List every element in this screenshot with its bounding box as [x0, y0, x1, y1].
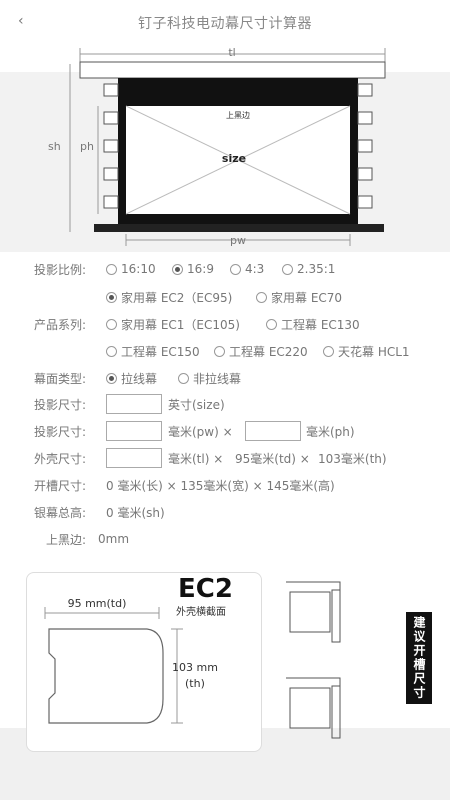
tl-input[interactable]	[106, 448, 162, 468]
td-label: 95 mm(td)	[68, 597, 127, 610]
tl-label: tl	[228, 46, 235, 59]
ratio-row: 投影比例: 16:10 16:9 4:3 2.35:1	[0, 258, 450, 280]
suggest-slot-button[interactable]: 建议开槽尺寸	[406, 612, 432, 704]
series-ec220[interactable]: 工程幕 EC220	[214, 343, 308, 360]
shell-label: 外壳尺寸:	[34, 451, 87, 466]
top-black-value: 0mm	[98, 532, 130, 546]
series-ec1[interactable]: 家用幕 EC1（EC105)	[106, 316, 240, 333]
shell-row: 外壳尺寸: 毫米(tl) × 95毫米(td) × 103毫米(th)	[0, 447, 450, 469]
td-value: 95毫米(td) ×	[235, 451, 310, 466]
surface-row: 幕面类型: 拉线幕 非拉线幕	[0, 367, 450, 389]
th-value: 103毫米(th)	[318, 451, 387, 466]
model-row: 家用幕 EC2（EC95) 家用幕 EC70	[0, 286, 450, 308]
th-label: 103 mm	[172, 661, 218, 674]
model-ec70[interactable]: 家用幕 EC70	[256, 289, 342, 306]
size-label: 投影尺寸:	[34, 397, 87, 412]
tl-unit: 毫米(tl) ×	[168, 451, 224, 466]
series-label: 产品系列:	[34, 317, 87, 332]
series-ec130[interactable]: 工程幕 EC130	[266, 316, 360, 333]
surface-tensioned[interactable]: 拉线幕	[106, 370, 157, 387]
pw-input[interactable]	[106, 421, 162, 441]
series-row-1: 产品系列: 家用幕 EC1（EC105) 工程幕 EC130	[0, 313, 450, 335]
top-black-label-field: 上黑边:	[46, 532, 87, 547]
ph-label: ph	[80, 140, 94, 153]
ratio-4-3[interactable]: 4:3	[230, 262, 264, 276]
surface-label: 幕面类型:	[34, 371, 87, 386]
series-row-2: 工程幕 EC150 工程幕 EC220 天花幕 HCL1	[0, 340, 450, 362]
slot-installation-diagram	[286, 581, 341, 739]
ratio-16-10[interactable]: 16:10	[106, 262, 156, 276]
app-header: ‹ 钉子科技电动幕尺寸计算器	[0, 0, 450, 44]
size-unit: 英寸(size)	[168, 397, 225, 412]
top-black-row: 上黑边: 0mm	[0, 528, 450, 550]
model-ec2[interactable]: 家用幕 EC2（EC95)	[106, 289, 232, 306]
ratio-16-9[interactable]: 16:9	[172, 262, 214, 276]
surface-non-tensioned[interactable]: 非拉线幕	[178, 370, 241, 387]
ec2-subtitle: 外壳横截面	[176, 607, 226, 618]
series-hcl1[interactable]: 天花幕 HCL1	[323, 343, 410, 360]
slot-label: 开槽尺寸:	[34, 478, 87, 493]
ph-unit: 毫米(ph)	[306, 424, 355, 439]
total-row: 银幕总高: 0 毫米(sh)	[0, 501, 450, 523]
th-sub: (th)	[185, 677, 205, 690]
ec2-title: EC2	[178, 574, 233, 604]
screen-diagram: tl 上黑边 size sh ph pw	[48, 46, 386, 247]
top-black-label: 上黑边	[226, 110, 250, 120]
pw-unit: 毫米(pw) ×	[168, 424, 233, 439]
page-title: 钉子科技电动幕尺寸计算器	[138, 16, 312, 32]
ph-input[interactable]	[245, 421, 301, 441]
dims-label: 投影尺寸:	[34, 424, 87, 439]
slot-value: 0 毫米(长) × 135毫米(宽) × 145毫米(高)	[106, 478, 335, 493]
series-ec150[interactable]: 工程幕 EC150	[106, 343, 200, 360]
total-value: 0 毫米(sh)	[106, 505, 165, 520]
size-label: size	[222, 152, 246, 165]
ratio-label: 投影比例:	[34, 262, 87, 277]
ratio-2-35-1[interactable]: 2.35:1	[282, 262, 335, 276]
slot-row: 开槽尺寸: 0 毫米(长) × 135毫米(宽) × 145毫米(高)	[0, 474, 450, 496]
pw-label: pw	[230, 234, 246, 247]
size-row: 投影尺寸: 英寸(size)	[0, 393, 450, 415]
total-label: 银幕总高:	[34, 505, 87, 520]
dims-row: 投影尺寸: 毫米(pw) × 毫米(ph)	[0, 420, 450, 442]
size-input[interactable]	[106, 394, 162, 414]
sh-label: sh	[48, 140, 61, 153]
